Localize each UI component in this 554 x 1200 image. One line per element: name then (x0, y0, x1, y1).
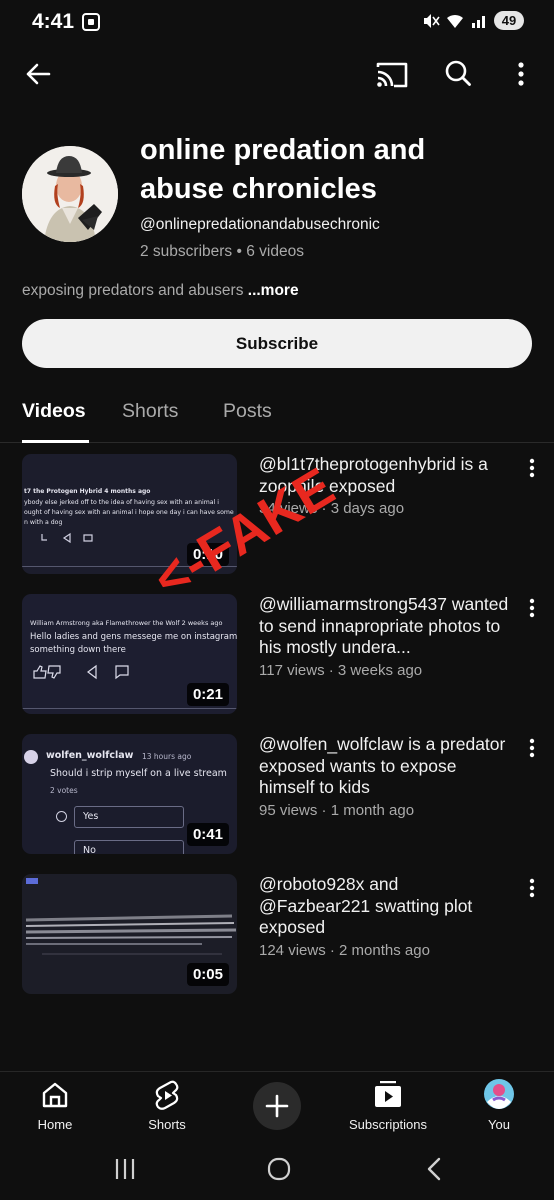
shorts-icon (155, 1080, 179, 1110)
channel-description[interactable]: exposing predators and abusers ...more (22, 282, 299, 300)
thumbnail-avatar (24, 750, 38, 764)
channel-description-text: exposing predators and abusers (22, 282, 244, 299)
thumbnail-text: Should i strip myself on a live stream (50, 768, 227, 779)
back-button[interactable] (20, 56, 56, 92)
thumbnail-text: n with a dog (24, 519, 63, 526)
status-icons: 49 (422, 11, 524, 30)
tab-posts[interactable]: Posts (223, 400, 272, 423)
system-navigation-bar (0, 1137, 554, 1200)
nav-you[interactable]: You (472, 1078, 526, 1136)
nav-you-label: You (488, 1117, 510, 1132)
more-options-button[interactable] (506, 56, 536, 92)
poll-radio (56, 811, 67, 822)
more-vert-icon (529, 738, 535, 758)
nav-home-label: Home (37, 1117, 73, 1132)
video-title[interactable]: @bl1t7theprotogenhybrid is a zoophile ex… (259, 454, 514, 497)
wifi-icon (447, 14, 463, 28)
thumbnail-text: ought of having sex with an animal i hop… (24, 509, 234, 516)
video-menu-button[interactable] (522, 596, 542, 622)
video-duration: 0:05 (186, 963, 229, 986)
battery-indicator: 49 (494, 11, 524, 30)
nav-shorts[interactable]: Shorts (132, 1078, 202, 1136)
plus-icon (265, 1094, 289, 1118)
cast-icon (376, 62, 408, 88)
video-item[interactable]: William Armstrong aka Flamethrower the W… (0, 594, 554, 718)
video-duration: 0:10 (186, 543, 229, 566)
video-meta: 34 views · 3 days ago (259, 500, 405, 517)
system-back-icon[interactable] (420, 1154, 450, 1184)
tab-videos[interactable]: Videos (22, 400, 86, 423)
more-vert-icon (529, 878, 535, 898)
recents-icon[interactable] (110, 1154, 140, 1184)
video-meta: 117 views · 3 weeks ago (259, 662, 423, 679)
profile-avatar-icon (484, 1079, 514, 1109)
poll-option-label: Yes (83, 811, 99, 822)
poll-option: No (74, 840, 184, 854)
channel-handle: @onlinepredationandabusechronic (140, 216, 380, 233)
thumbnail-text: something down there (30, 645, 126, 655)
subscribe-button[interactable]: Subscribe (22, 319, 532, 368)
search-icon (445, 60, 471, 86)
video-item[interactable]: 0:05 @roboto928x and @Fazbear221 swattin… (0, 874, 554, 998)
more-vert-icon (529, 458, 535, 478)
video-menu-button[interactable] (522, 736, 542, 762)
channel-stats: 2 subscribers • 6 videos (140, 243, 304, 260)
nav-shorts-label: Shorts (148, 1117, 186, 1132)
top-app-bar (0, 50, 554, 100)
post-actions-icon (41, 532, 93, 544)
nav-home[interactable]: Home (22, 1078, 88, 1136)
video-title[interactable]: @roboto928x and @Fazbear221 swatting plo… (259, 874, 514, 939)
poll-option: Yes (74, 806, 184, 828)
video-menu-button[interactable] (522, 456, 542, 482)
video-meta: 124 views · 2 months ago (259, 942, 430, 959)
status-bar: 4:41 49 (0, 0, 554, 46)
bottom-navigation: Home Shorts Subscriptions You (0, 1071, 554, 1137)
status-time: 4:41 (32, 10, 75, 33)
arrow-left-icon (26, 63, 51, 85)
description-more-link[interactable]: ...more (248, 282, 299, 299)
thumbnail-text: wolfen_wolfclaw (46, 750, 134, 761)
thumbnail-divider (22, 708, 237, 709)
video-title[interactable]: @williamarmstrong5437 wanted to send inn… (259, 594, 514, 659)
home-circle-icon[interactable] (264, 1154, 294, 1184)
channel-tabs: Videos Shorts Posts (0, 390, 554, 443)
tab-shorts[interactable]: Shorts (122, 400, 178, 423)
active-tab-indicator (22, 440, 89, 443)
search-button[interactable] (440, 56, 476, 92)
thumbnail-text: 2 votes (50, 786, 78, 795)
signal-icon (472, 15, 485, 28)
create-button[interactable] (253, 1082, 301, 1130)
cast-button[interactable] (372, 56, 412, 92)
video-thumbnail[interactable]: t7 the Protogen Hybrid 4 months ago ybod… (22, 454, 237, 574)
video-thumbnail[interactable]: 0:05 (22, 874, 237, 994)
channel-avatar[interactable] (22, 146, 118, 242)
thumbnail-text: Hello ladies and gens messege me on inst… (30, 632, 237, 642)
thumbnail-text: t7 the Protogen Hybrid 4 months ago (24, 488, 151, 495)
video-item[interactable]: wolfen_wolfclaw 13 hours ago Should i st… (0, 734, 554, 858)
video-thumbnail[interactable]: William Armstrong aka Flamethrower the W… (22, 594, 237, 714)
nav-subscriptions[interactable]: Subscriptions (343, 1078, 433, 1136)
more-vert-icon (529, 598, 535, 618)
channel-avatar-image (22, 146, 118, 242)
thumbnail-text: ybody else jerked off to the idea of hav… (24, 499, 219, 506)
post-actions-icon (33, 664, 129, 680)
channel-name: online predation and abuse chronicles (140, 134, 426, 205)
subscriptions-icon (375, 1081, 401, 1107)
mute-icon (424, 13, 440, 28)
nav-subscriptions-label: Subscriptions (348, 1117, 428, 1132)
video-title[interactable]: @wolfen_wolfclaw is a predator exposed w… (259, 734, 514, 799)
thumbnail-text: William Armstrong aka Flamethrower the W… (30, 619, 223, 627)
video-menu-button[interactable] (522, 876, 542, 902)
video-duration: 0:41 (186, 823, 229, 846)
video-meta: 95 views · 1 month ago (259, 802, 415, 819)
more-vert-icon (518, 62, 524, 86)
thumbnail-divider (22, 566, 237, 567)
video-thumbnail[interactable]: wolfen_wolfclaw 13 hours ago Should i st… (22, 734, 237, 854)
video-item[interactable]: t7 the Protogen Hybrid 4 months ago ybod… (0, 454, 554, 578)
thumbnail-text: 13 hours ago (142, 752, 192, 761)
home-icon (42, 1082, 68, 1108)
video-duration: 0:21 (186, 683, 229, 706)
poll-option-label: No (83, 845, 96, 854)
screenshot-icon (82, 13, 100, 31)
